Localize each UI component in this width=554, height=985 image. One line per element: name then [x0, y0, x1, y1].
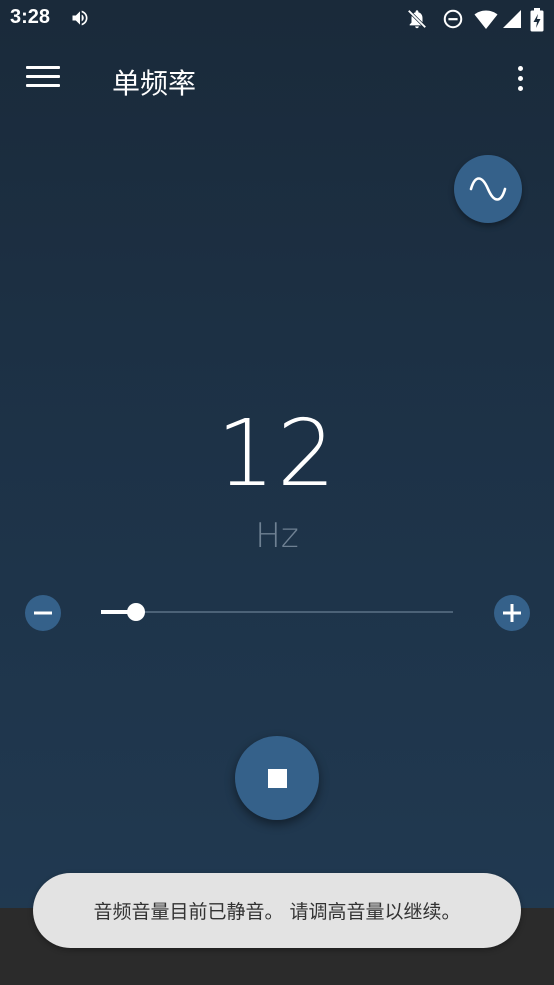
status-time: 3:28 [10, 6, 51, 28]
status-bar: 3:28 [0, 0, 554, 38]
signal-icon [503, 10, 521, 28]
sine-wave-icon [469, 177, 507, 201]
minus-icon [34, 611, 52, 615]
frequency-value: 12 [216, 400, 338, 507]
stop-button[interactable] [235, 736, 319, 820]
stop-icon [267, 768, 287, 788]
frequency-slider-track[interactable] [101, 611, 453, 613]
plus-icon [503, 604, 521, 622]
frequency-unit: Hz [255, 516, 299, 556]
toast-text: 音频音量目前已静音。 请调高音量以继续。 [93, 901, 461, 923]
frequency-slider-thumb[interactable] [127, 603, 146, 621]
page-title: 单频率 [112, 67, 197, 100]
waveform-button[interactable] [454, 155, 522, 223]
hamburger-menu-icon[interactable] [26, 66, 60, 94]
wifi-icon [474, 10, 498, 29]
do-not-disturb-icon [443, 9, 463, 29]
app-bar: 单频率 [0, 38, 554, 122]
more-vert-icon[interactable] [506, 66, 534, 96]
volume-icon [72, 10, 88, 26]
increase-button[interactable] [494, 595, 530, 631]
toast-message: 音频音量目前已静音。 请调高音量以继续。 [33, 873, 521, 948]
notifications-off-icon [407, 9, 427, 29]
battery-charging-icon [530, 8, 544, 32]
decrease-button[interactable] [25, 595, 61, 631]
